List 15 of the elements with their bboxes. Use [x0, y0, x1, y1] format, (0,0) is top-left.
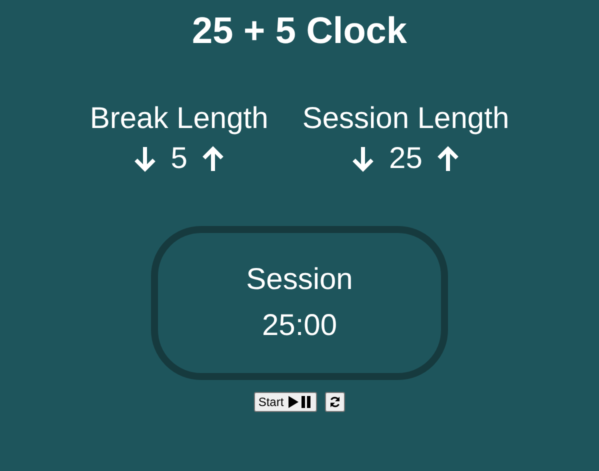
- reset-button[interactable]: [324, 392, 345, 412]
- timer-time: 25:00: [262, 308, 338, 344]
- refresh-icon: [328, 396, 341, 408]
- start-pause-button[interactable]: Start: [254, 392, 317, 412]
- increment-arrow-icon[interactable]: [436, 145, 460, 173]
- timer-label: Session: [246, 262, 353, 298]
- increment-arrow-icon[interactable]: [201, 145, 226, 173]
- length-value: 25: [388, 142, 424, 176]
- decrement-arrow-icon[interactable]: [351, 145, 376, 173]
- play-pause-icon: [286, 396, 313, 408]
- decrement-arrow-icon[interactable]: [132, 145, 157, 173]
- length-label: Break Length: [90, 102, 268, 136]
- app-title: 25 + 5 Clock: [192, 10, 407, 52]
- length-label: Session Length: [302, 102, 510, 136]
- length-value: 5: [170, 142, 188, 176]
